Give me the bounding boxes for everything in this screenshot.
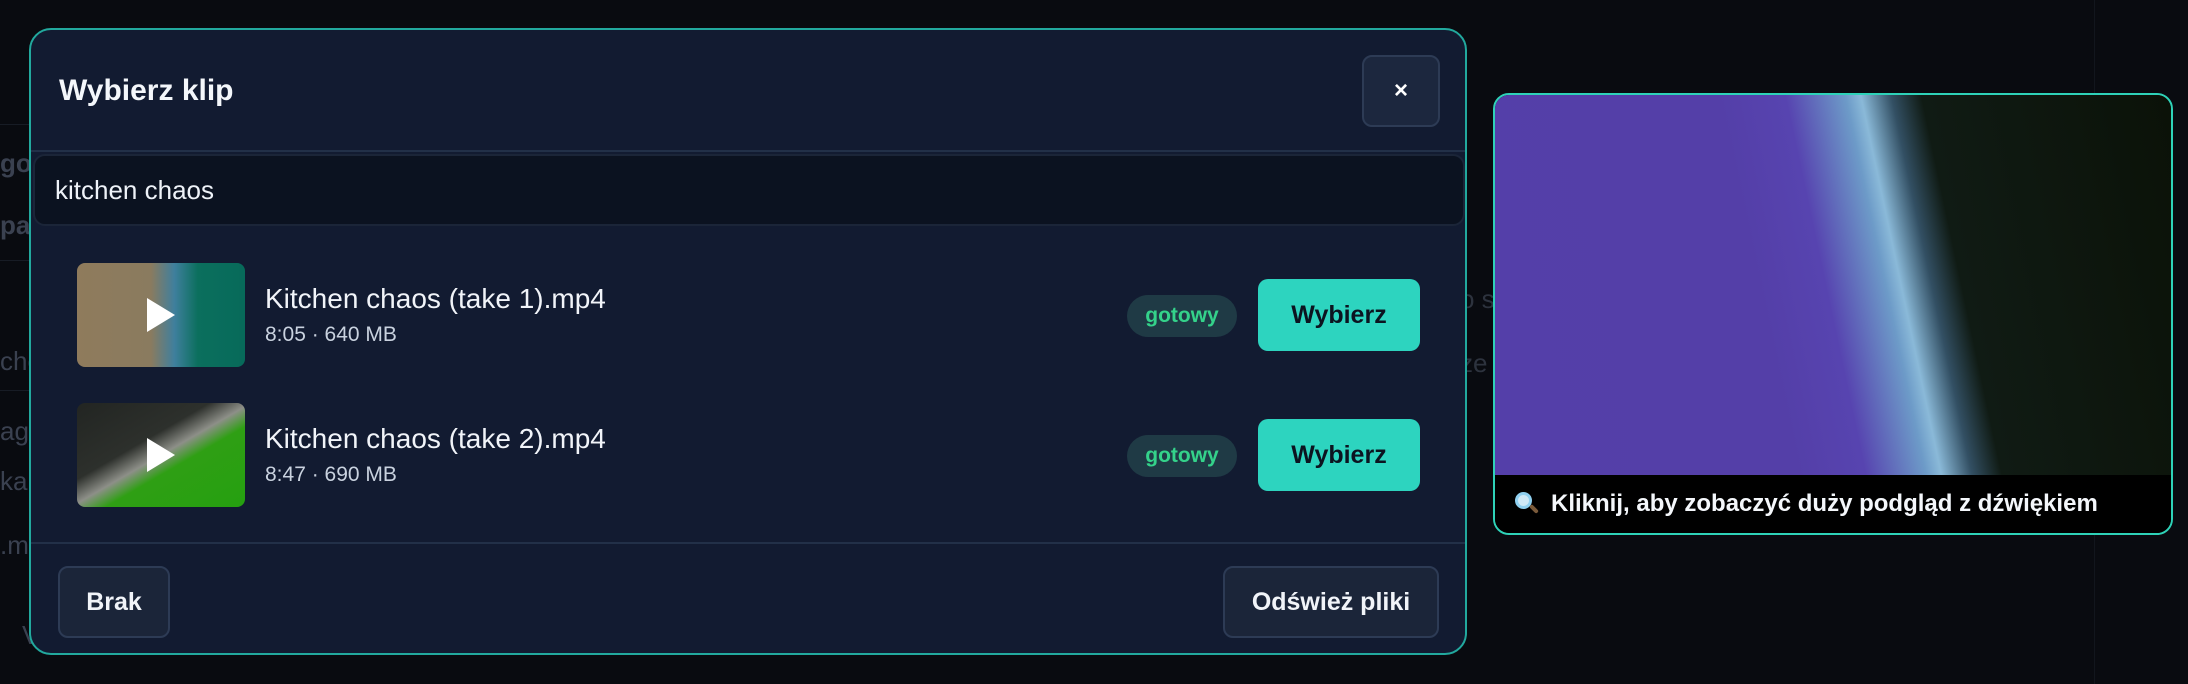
background-text-fragment: ka xyxy=(0,466,28,496)
clip-name: Kitchen chaos (take 1).mp4 xyxy=(265,283,606,314)
select-clip-button[interactable]: Wybierz xyxy=(1258,279,1420,351)
preview-caption-bar: Kliknij, aby zobaczyć duży podgląd z dźw… xyxy=(1495,475,2171,533)
search-input[interactable] xyxy=(33,154,1465,226)
select-clip-button[interactable]: Wybierz xyxy=(1258,419,1420,491)
background-text-fragment: .m xyxy=(0,530,29,560)
clip-name: Kitchen chaos (take 2).mp4 xyxy=(265,423,606,454)
dialog-header: Wybierz klip × xyxy=(31,30,1465,152)
none-button[interactable]: Brak xyxy=(58,566,170,638)
preview-frame xyxy=(1495,95,2171,475)
clip-thumbnail[interactable] xyxy=(77,263,245,367)
background-text-fragment: pa xyxy=(0,210,31,240)
preview-caption: Kliknij, aby zobaczyć duży podgląd z dźw… xyxy=(1551,490,2098,517)
magnifier-icon xyxy=(1515,492,1539,516)
clip-row: Kitchen chaos (take 1).mp4 8:05 · 640 MB… xyxy=(31,263,1465,373)
clip-row: Kitchen chaos (take 2).mp4 8:47 · 690 MB… xyxy=(31,403,1465,513)
status-badge: gotowy xyxy=(1127,435,1237,477)
clip-picker-dialog: Wybierz klip × Kitchen chaos (take 1).mp… xyxy=(29,28,1467,655)
play-icon xyxy=(147,298,175,332)
play-icon xyxy=(147,438,175,472)
dialog-footer: Brak Odśwież pliki xyxy=(31,542,1465,653)
background-divider xyxy=(0,124,30,125)
status-badge: gotowy xyxy=(1127,295,1237,337)
dialog-title: Wybierz klip xyxy=(59,74,234,107)
clip-meta: 8:05 · 640 MB xyxy=(265,323,397,346)
background-text-fragment: go xyxy=(0,148,32,178)
clip-thumbnail[interactable] xyxy=(77,403,245,507)
background-text-fragment: ag xyxy=(0,416,29,446)
refresh-files-button[interactable]: Odśwież pliki xyxy=(1223,566,1439,638)
clip-meta: 8:47 · 690 MB xyxy=(265,463,397,486)
background-divider xyxy=(0,390,30,391)
clip-preview[interactable]: Kliknij, aby zobaczyć duży podgląd z dźw… xyxy=(1493,93,2173,535)
close-button[interactable]: × xyxy=(1362,55,1440,127)
background-divider xyxy=(0,260,30,261)
